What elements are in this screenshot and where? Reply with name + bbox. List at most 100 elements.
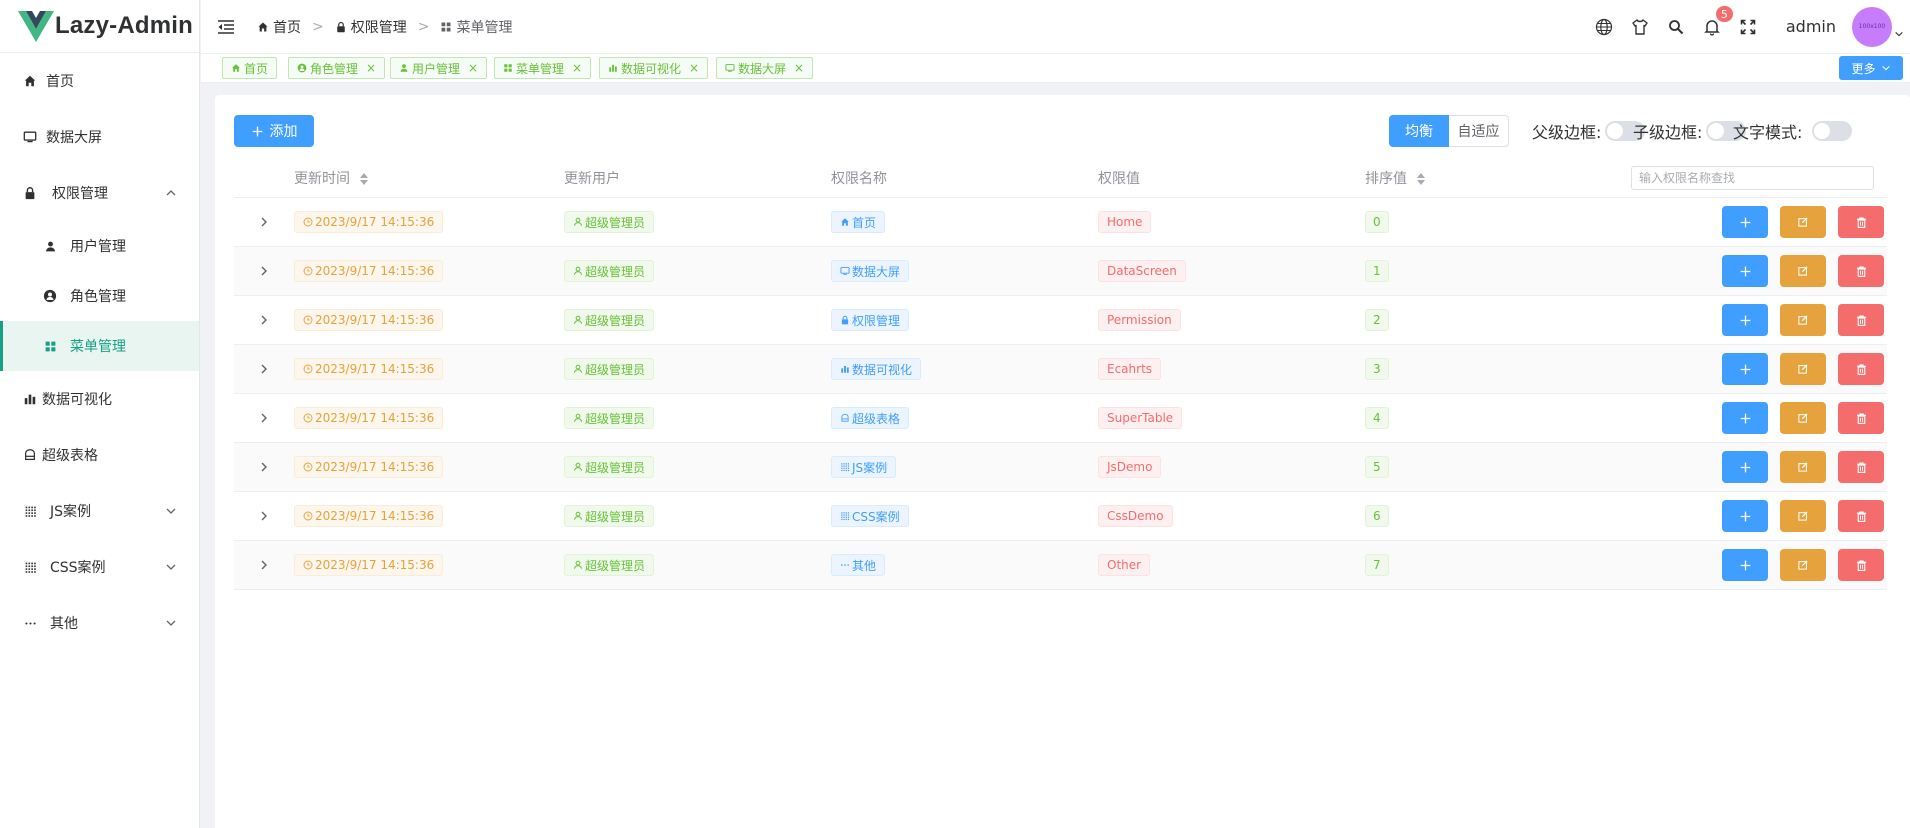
sort-tag: 5 (1365, 456, 1389, 478)
sidebar-item-js-demo[interactable]: JS案例 (0, 483, 199, 539)
edit-button[interactable] (1780, 304, 1826, 336)
tab-data-visual[interactable]: 数据可视化 × (599, 57, 709, 79)
sidebar-item-other[interactable]: 其他 (0, 595, 199, 651)
user-cell: 超级管理员 (564, 358, 831, 380)
sort-icon[interactable] (1417, 172, 1426, 185)
user-tag: 超级管理员 (564, 554, 655, 576)
sidebar-item-roles[interactable]: 角色管理 (0, 271, 199, 321)
search-icon[interactable] (1666, 17, 1686, 37)
clock-icon (303, 315, 313, 325)
chevron-down-icon[interactable] (1894, 29, 1904, 39)
sidebar-item-menus[interactable]: 菜单管理 (0, 321, 199, 371)
add-child-button[interactable] (1722, 549, 1768, 581)
edit-button[interactable] (1780, 353, 1826, 385)
sidebar-item-data-screen[interactable]: 数据大屏 (0, 109, 199, 165)
plus-icon (1739, 265, 1752, 278)
more-tabs-button[interactable]: 更多 (1839, 56, 1903, 80)
tab-label: 角色管理 (310, 61, 359, 76)
delete-button[interactable] (1838, 451, 1884, 483)
chevron-down-icon (1881, 63, 1891, 73)
ops-cell (1615, 304, 1887, 336)
chevron-right-icon[interactable] (258, 412, 270, 424)
fullscreen-icon[interactable] (1738, 17, 1758, 37)
add-child-button[interactable] (1722, 402, 1768, 434)
add-child-button[interactable] (1722, 206, 1768, 238)
plus-icon (1739, 461, 1752, 474)
delete-button[interactable] (1838, 206, 1884, 238)
delete-button[interactable] (1838, 255, 1884, 287)
chevron-right-icon[interactable] (258, 559, 270, 571)
close-icon[interactable]: × (366, 61, 376, 75)
close-icon[interactable]: × (794, 61, 804, 75)
time-text: 2023/9/17 14:15:36 (315, 215, 435, 229)
sidebar-item-css-demo[interactable]: CSS案例 (0, 539, 199, 595)
edit-button[interactable] (1780, 255, 1826, 287)
user-cell: 超级管理员 (564, 309, 831, 331)
edit-button[interactable] (1780, 549, 1826, 581)
add-child-button[interactable] (1722, 304, 1768, 336)
add-child-button[interactable] (1722, 451, 1768, 483)
logo[interactable]: Lazy-Admin (0, 0, 199, 53)
avatar[interactable]: 100x100 (1852, 6, 1892, 47)
sidebar-item-super-table[interactable]: 超级表格 (0, 427, 199, 483)
ops-cell (1615, 549, 1887, 581)
breadcrumb-item-home[interactable]: 首页 (257, 17, 301, 37)
col-header-time[interactable]: 更新时间 (294, 168, 564, 188)
text-mode-toggle[interactable] (1812, 121, 1853, 141)
tab-roles[interactable]: 角色管理 × (288, 57, 386, 79)
chevron-right-icon[interactable] (258, 265, 270, 277)
add-child-button[interactable] (1722, 353, 1768, 385)
chevron-right-icon[interactable] (258, 314, 270, 326)
edit-button[interactable] (1780, 500, 1826, 532)
edit-button[interactable] (1780, 402, 1826, 434)
delete-button[interactable] (1838, 304, 1884, 336)
time-tag: 2023/9/17 14:15:36 (294, 407, 444, 429)
tab-users[interactable]: 用户管理 × (390, 57, 488, 79)
tab-data-screen[interactable]: 数据大屏 × (716, 57, 814, 79)
close-icon[interactable]: × (689, 61, 699, 75)
bell-icon[interactable]: 5 (1702, 4, 1734, 37)
breadcrumb-item-permission[interactable]: 权限管理 (335, 17, 407, 37)
username[interactable]: admin (1786, 17, 1836, 36)
sidebar-item-label: CSS案例 (50, 560, 106, 576)
parent-border-label: 父级边框: (1532, 123, 1602, 142)
menu-fold-icon[interactable] (217, 17, 237, 37)
seg-balanced-button[interactable]: 均衡 (1389, 115, 1449, 147)
chevron-right-icon[interactable] (258, 510, 270, 522)
sidebar-item-users[interactable]: 用户管理 (0, 221, 199, 271)
theme-shirt-icon[interactable] (1630, 17, 1650, 37)
plus-icon (1739, 363, 1752, 376)
globe-icon[interactable] (1594, 17, 1614, 37)
delete-button[interactable] (1838, 402, 1884, 434)
col-header-sort[interactable]: 排序值 (1365, 168, 1615, 188)
delete-button[interactable] (1838, 500, 1884, 532)
chevron-right-icon[interactable] (258, 363, 270, 375)
close-icon[interactable]: × (572, 61, 582, 75)
chevron-right-icon[interactable] (258, 461, 270, 473)
chevron-right-icon[interactable] (258, 216, 270, 228)
tab-menus[interactable]: 菜单管理 × (494, 57, 592, 79)
name-tag: 权限管理 (831, 309, 910, 331)
sort-icon[interactable] (360, 172, 369, 185)
sidebar-item-data-visual[interactable]: 数据可视化 (0, 371, 199, 427)
table-row: 2023/9/17 14:15:36 超级管理员 CSS案例 CssDemo 6 (234, 492, 1887, 541)
sidebar-item-permission[interactable]: 权限管理 (0, 165, 199, 221)
sort-tag: 4 (1365, 407, 1389, 429)
user-icon (573, 511, 583, 521)
table-header: 更新时间 更新用户 权限名称 权限值 排序值 输入权限名称查找 (234, 158, 1887, 198)
name-cell: 权限管理 (831, 309, 1098, 331)
close-icon[interactable]: × (468, 61, 478, 75)
seg-adaptive-button[interactable]: 自适应 (1449, 115, 1509, 147)
ops-cell (1615, 353, 1887, 385)
edit-button[interactable] (1780, 206, 1826, 238)
add-child-button[interactable] (1722, 500, 1768, 532)
delete-button[interactable] (1838, 549, 1884, 581)
add-button[interactable]: 添加 (234, 115, 314, 147)
edit-button[interactable] (1780, 451, 1826, 483)
tab-home[interactable]: 首页 (222, 57, 278, 79)
add-child-button[interactable] (1722, 255, 1768, 287)
name-search-input[interactable]: 输入权限名称查找 (1631, 165, 1874, 190)
delete-button[interactable] (1838, 353, 1884, 385)
user-icon (573, 315, 583, 325)
sidebar-item-home[interactable]: 首页 (0, 53, 199, 109)
